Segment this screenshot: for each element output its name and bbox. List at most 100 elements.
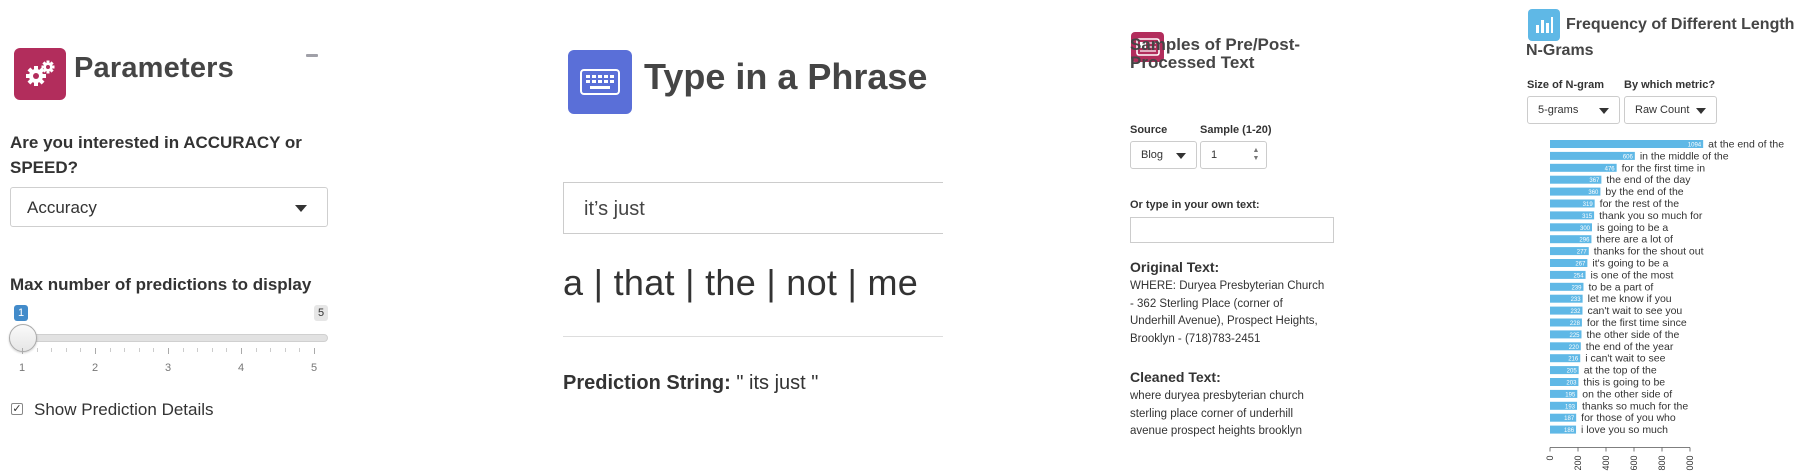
chart-value-label: 186 <box>1564 428 1575 434</box>
slider-tick <box>241 348 242 354</box>
chart-value-label: 1094 <box>1688 143 1702 149</box>
chart-category-label: by the end of the <box>1605 186 1683 198</box>
chevron-down-icon <box>295 205 307 212</box>
chart-x-tick-label: 400 <box>1601 456 1611 471</box>
slider-minor-tick <box>124 348 126 352</box>
chart-value-label: 232 <box>1570 309 1581 315</box>
slider-tick <box>314 348 315 354</box>
chart-category-label: there are a lot of <box>1596 234 1673 246</box>
samples-title: Samples of Pre/Post-Processed Text <box>1130 35 1301 72</box>
chart-x-tick-label: 000 <box>1685 456 1695 471</box>
sample-number-input[interactable]: 1 ▲ ▼ <box>1200 141 1267 169</box>
chart-category-label: for the first time in <box>1622 162 1706 174</box>
slider-tick <box>95 348 96 354</box>
prediction-string-value: " its just " <box>730 372 819 394</box>
slider-tick-label: 3 <box>164 362 172 374</box>
metric-select[interactable]: Raw Count <box>1624 96 1717 124</box>
slider-max-badge: 5 <box>314 305 329 321</box>
prediction-string-label: Prediction String: <box>563 372 731 394</box>
chart-value-label: 606 <box>1623 154 1634 160</box>
chart-x-tick-label: 800 <box>1657 456 1667 471</box>
chart-category-label: i love you so much <box>1581 424 1668 436</box>
chart-category-label: on the other side of <box>1582 388 1672 400</box>
slider-minor-tick <box>182 348 184 352</box>
chart-bar <box>1550 140 1704 148</box>
accuracy-speed-select[interactable]: Accuracy <box>10 187 328 227</box>
chart-value-label: 296 <box>1579 238 1590 244</box>
frequency-title: Frequency of Different Length N-Grams <box>1526 16 1795 59</box>
chevron-down-icon <box>1696 108 1706 114</box>
cleaned-text: where duryea presbyterian church sterlin… <box>1130 390 1304 437</box>
ngram-size-value: 5-grams <box>1538 104 1579 116</box>
slider-minor-tick <box>270 348 272 352</box>
chart-category-label: is going to be a <box>1597 222 1668 234</box>
show-details-checkbox[interactable]: ✓ <box>11 403 23 415</box>
max-predictions-label: Max number of predictions to display <box>10 275 312 294</box>
phrase-title: Type in a Phrase <box>644 56 928 97</box>
chart-category-label: thanks for the shout out <box>1594 246 1704 258</box>
ngram-size-label: Size of N-gram <box>1527 79 1605 91</box>
slider-track[interactable] <box>14 334 328 342</box>
slider-minor-tick <box>197 348 199 352</box>
chart-category-label: for those of you who <box>1581 412 1676 424</box>
slider-handle[interactable] <box>9 324 37 352</box>
slider-minor-tick <box>138 348 140 352</box>
chart-value-label: 315 <box>1582 214 1593 220</box>
source-select[interactable]: Blog <box>1130 141 1197 169</box>
chevron-down-icon <box>1176 153 1186 159</box>
slider-minor-tick <box>109 348 111 352</box>
slider-tick-label: 4 <box>237 362 245 374</box>
chart-category-label: for the first time since <box>1587 317 1687 329</box>
chart-category-label: can't wait to see you <box>1587 305 1682 317</box>
metric-value: Raw Count <box>1635 104 1690 116</box>
chart-value-label: 277 <box>1577 250 1588 256</box>
sample-number-value: 1 <box>1211 149 1218 161</box>
slider-tick <box>168 348 169 354</box>
slider-minor-tick <box>80 348 82 352</box>
chart-category-label: to be a part of <box>1588 281 1653 293</box>
chart-value-label: 233 <box>1571 297 1582 303</box>
chart-category-label: thank you so much for <box>1599 210 1703 222</box>
slider-tick-label: 2 <box>91 362 99 374</box>
chart-value-label: 367 <box>1589 178 1600 184</box>
gears-icon <box>14 48 66 100</box>
slider-minor-tick <box>211 348 213 352</box>
ngram-size-select[interactable]: 5-grams <box>1527 96 1620 124</box>
chart-value-label: 300 <box>1580 226 1591 232</box>
keyboard-icon <box>568 50 632 114</box>
chart-category-label: for the rest of the <box>1600 198 1680 210</box>
original-text-heading: Original Text: <box>1130 259 1220 275</box>
chart-value-label: 225 <box>1569 333 1580 339</box>
chart-value-label: 187 <box>1564 416 1575 422</box>
divider <box>563 336 943 337</box>
chart-category-label: the end of the year <box>1586 341 1674 353</box>
slider-minor-tick <box>36 348 38 352</box>
source-value: Blog <box>1141 149 1164 161</box>
chart-category-label: is one of the most <box>1591 269 1674 281</box>
chart-x-tick-label: 600 <box>1629 456 1639 471</box>
original-text: WHERE: Duryea Presbyterian Church - 362 … <box>1130 280 1325 345</box>
slider-minor-tick <box>226 348 228 352</box>
slider-min-badge: 1 <box>14 305 29 321</box>
spinner-arrows-icon[interactable]: ▲ ▼ <box>1252 147 1260 163</box>
chart-x-tick-label: 200 <box>1573 456 1583 471</box>
chart-value-label: 228 <box>1570 321 1581 327</box>
prediction-string: Prediction String: " its just " <box>563 372 818 395</box>
phrase-input[interactable]: it’s just <box>563 182 943 234</box>
slider-minor-tick <box>255 348 257 352</box>
phrase-input-value: it’s just <box>584 198 645 220</box>
cleaned-text-heading: Cleaned Text: <box>1130 369 1221 385</box>
chart-x-tick-label: 0 <box>1545 456 1555 461</box>
chart-value-label: 239 <box>1571 285 1582 291</box>
predictions-list: a | that | the | not | me <box>563 262 919 303</box>
slider-minor-tick <box>51 348 53 352</box>
own-text-input[interactable] <box>1130 217 1334 243</box>
slider-minor-tick <box>284 348 286 352</box>
own-text-label: Or type in your own text: <box>1130 199 1260 211</box>
collapse-button[interactable] <box>306 54 318 57</box>
chart-value-label: 360 <box>1588 190 1599 196</box>
chart-category-label: thanks so much for the <box>1582 400 1688 412</box>
chart-value-label: 319 <box>1583 202 1594 208</box>
chart-value-label: 476 <box>1605 166 1616 172</box>
slider-tick-label: 5 <box>310 362 318 374</box>
